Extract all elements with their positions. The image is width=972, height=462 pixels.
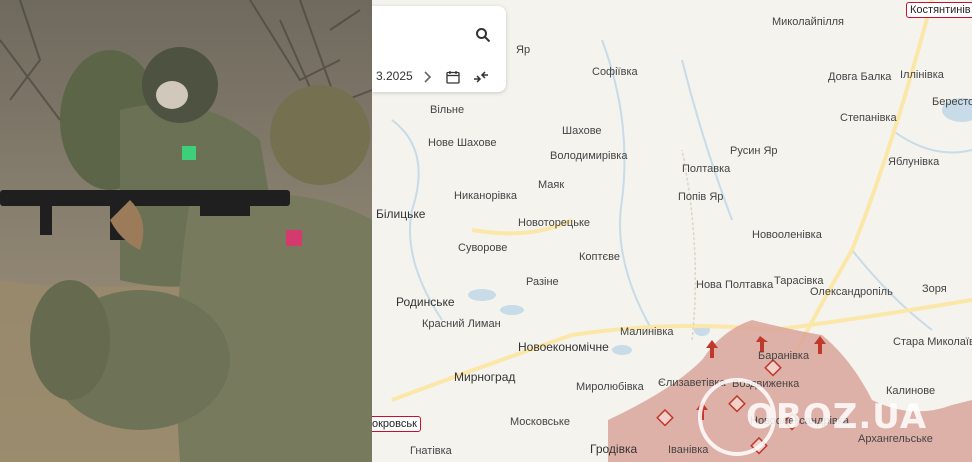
label-kostiantynivka[interactable]: Костянтинів [906, 2, 972, 18]
label-malynivka: Малинівка [620, 326, 674, 338]
label-oleksandropil: Олександропіль [810, 286, 893, 298]
label-maiak: Маяк [538, 179, 565, 191]
label-illinivka: Іллінівка [900, 69, 944, 81]
label-rusyn-yar: Русин Яр [730, 145, 778, 157]
label-zoria: Зоря [922, 283, 947, 295]
label-novotoretske: Новоторецьке [518, 217, 591, 229]
label-koptieve: Коптєве [579, 251, 620, 263]
label-suvorove: Суворове [458, 242, 508, 254]
compare-arrows-icon [474, 71, 488, 83]
label-berestok: Бересток [932, 96, 972, 108]
label-rodynske: Родинське [396, 295, 455, 309]
label-hrodivka: Гродівка [590, 442, 638, 456]
label-novoekonomichne: Новоекономічне [518, 340, 609, 354]
label-baranivka: Баранівка [758, 350, 810, 362]
oboz-watermark: OBOZ.UA [698, 378, 927, 456]
label-razine: Разіне [526, 276, 559, 288]
label-myrnohrad: Мирноград [454, 370, 516, 384]
label-pokrovsk[interactable]: окровськ [372, 416, 421, 432]
soldiers-photo-illustration [0, 0, 372, 462]
label-hnativka: Гнатівка [410, 445, 452, 457]
frontline-map[interactable]: 3.2025 Костянтинів окровськ Миколайпілля… [372, 0, 972, 462]
label-myrolubivka: Миролюбівка [576, 381, 644, 393]
label-moskovske: Московське [510, 416, 570, 428]
calendar-button[interactable] [442, 66, 464, 88]
soldiers-photo [0, 0, 372, 462]
compare-button[interactable] [470, 66, 492, 88]
label-nove-shakhove: Нове Шахове [428, 137, 497, 149]
label-krasnyi-lyman: Красний Лиман [422, 318, 501, 330]
label-yablunivka: Яблунівка [888, 156, 940, 168]
label-popiv-yar: Попів Яр [678, 191, 724, 203]
label-mykolaipillia: Миколайпілля [772, 16, 844, 28]
label-novoolenivka: Новооленівка [752, 229, 822, 241]
label-volodymyrivka: Володимирівка [550, 150, 628, 162]
label-vilne: Вільне [430, 104, 465, 116]
map-toolbar: 3.2025 [372, 6, 506, 92]
watermark-text: OBOZ.UA [746, 397, 928, 437]
label-nova-poltavka: Нова Полтавка [696, 279, 774, 291]
label-nykanorivka: Никанорівка [454, 190, 518, 202]
label-shakhove: Шахове [562, 125, 602, 137]
label-sofiivka: Софіївка [592, 66, 638, 78]
search-icon [476, 28, 491, 43]
label-poltavka: Полтавка [682, 163, 731, 175]
label-dovha-balka: Довга Балка [828, 71, 892, 83]
label-stepanivka: Степанівка [840, 112, 897, 124]
label-stara-mykolaivka: Стара Миколаївка [893, 336, 972, 348]
label-yar: Яр [516, 44, 531, 56]
search-button[interactable] [472, 24, 494, 46]
date-display[interactable]: 3.2025 [376, 69, 413, 83]
next-date-button[interactable] [416, 66, 438, 88]
chevron-right-icon [424, 71, 432, 83]
label-bilytske: Білицьке [376, 207, 426, 221]
calendar-icon [446, 71, 460, 84]
